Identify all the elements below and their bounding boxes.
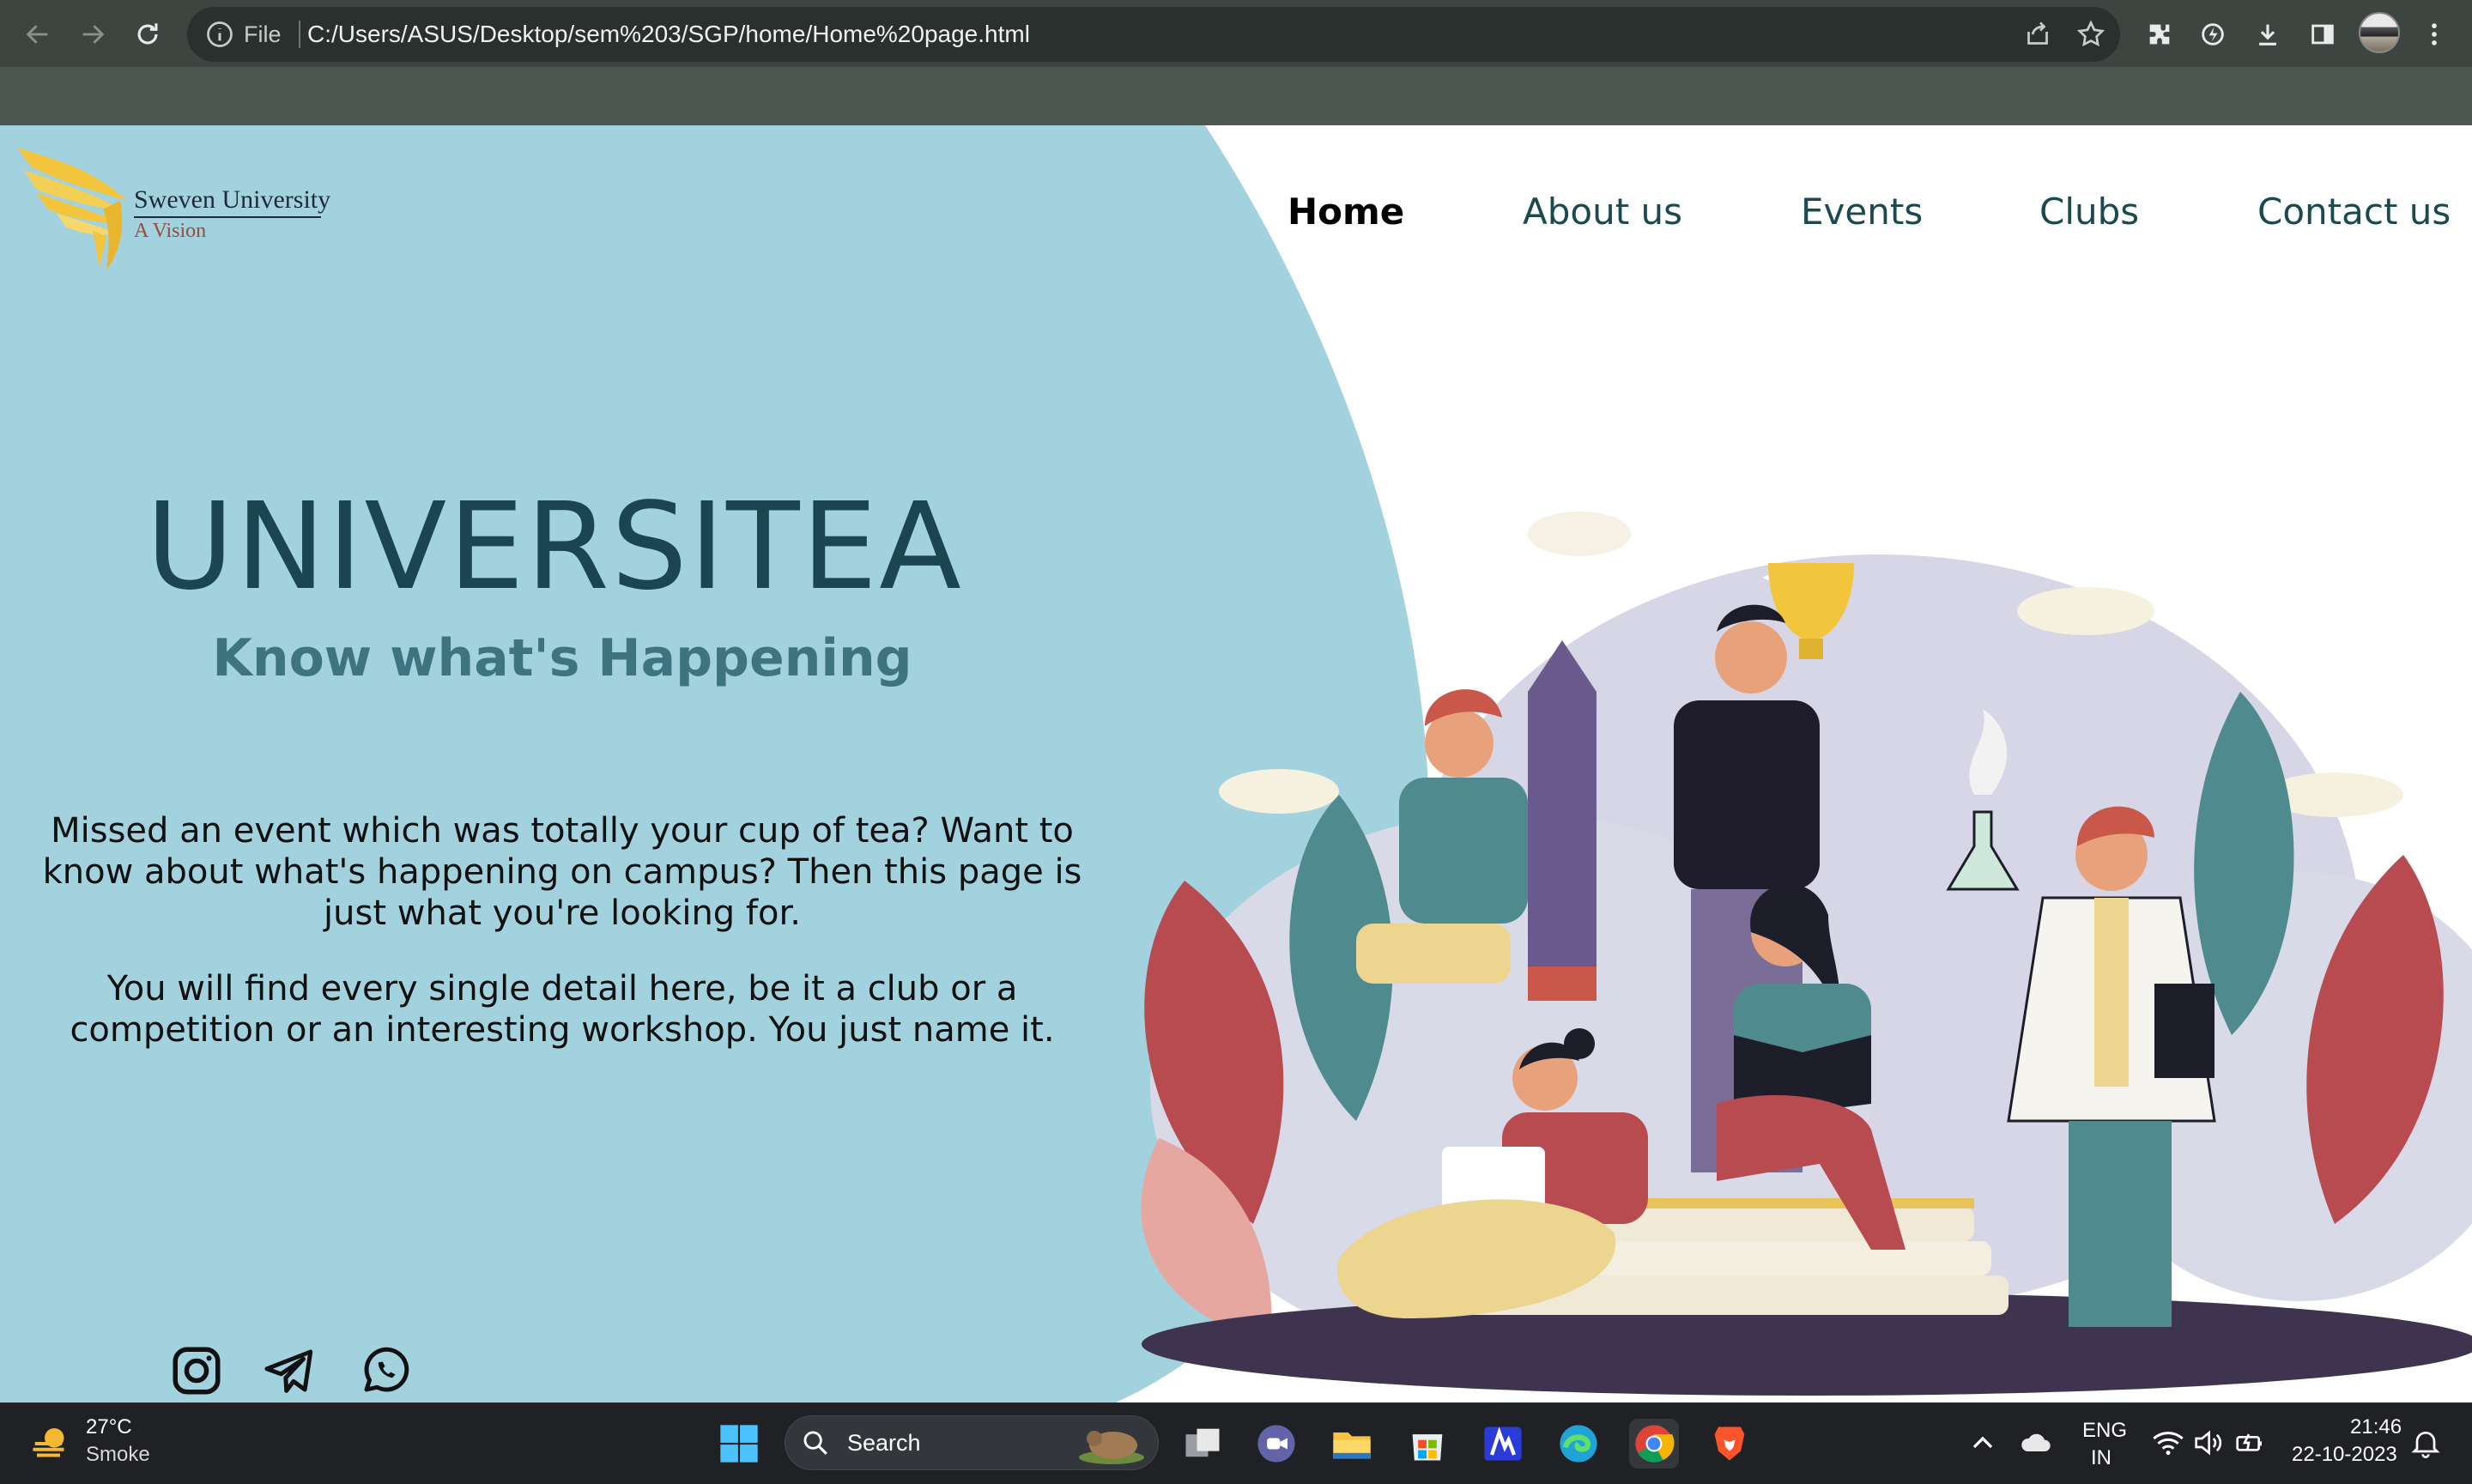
telegram-icon <box>264 1349 313 1393</box>
weather-widget[interactable] <box>29 1420 76 1467</box>
microsoft-store-button[interactable] <box>1403 1419 1452 1469</box>
extensions-button[interactable] <box>2141 15 2178 53</box>
browser-toolbar: File C:/Users/ASUS/Desktop/sem%203/SGP/h… <box>0 0 2472 67</box>
start-button[interactable] <box>714 1419 764 1469</box>
language-indicator-top[interactable]: ENG <box>2082 1419 2127 1443</box>
side-panel-button[interactable] <box>2304 15 2342 53</box>
weather-haze-icon <box>33 1428 64 1457</box>
hero-paragraph-1: Missed an event which was totally your c… <box>42 811 1082 933</box>
share-icon[interactable] <box>2022 19 2053 50</box>
browser-menu-button[interactable] <box>2415 15 2453 53</box>
battery-status[interactable] <box>2232 1426 2266 1460</box>
arrow-right-icon <box>82 25 105 44</box>
wifi-icon <box>2153 1432 2184 1456</box>
battery-charging-icon <box>2236 1433 2262 1451</box>
url-separator <box>299 21 300 48</box>
code-editor-icon <box>1484 1426 1522 1461</box>
search-icon <box>803 1431 827 1455</box>
nav-events[interactable]: Events <box>1801 191 1923 233</box>
instagram-icon <box>173 1347 221 1395</box>
browser-chrome: File C:/Users/ASUS/Desktop/sem%203/SGP/h… <box>0 0 2472 125</box>
whatsapp-icon <box>364 1347 409 1392</box>
store-icon <box>1412 1434 1443 1461</box>
cloud-icon <box>2021 1433 2051 1451</box>
vscode-like-app-button[interactable] <box>1478 1419 1528 1469</box>
edge-icon <box>1560 1425 1597 1463</box>
nav-about-us[interactable]: About us <box>1523 191 1682 233</box>
weather-temperature: 27°C <box>86 1415 132 1439</box>
forward-button[interactable] <box>74 15 112 53</box>
chat-icon <box>1257 1425 1295 1463</box>
chrome-icon <box>1635 1425 1675 1463</box>
web-page: Sweven University A Vision Home About us… <box>0 125 2472 1402</box>
wifi-status[interactable] <box>2151 1426 2185 1460</box>
speaker-icon <box>2195 1430 2222 1456</box>
chrome-browser-button[interactable] <box>1629 1419 1679 1469</box>
url-text[interactable]: C:/Users/ASUS/Desktop/sem%203/SGP/home/H… <box>307 19 1030 50</box>
task-view-button[interactable] <box>1178 1419 1227 1469</box>
url-scheme-label: File <box>244 21 282 47</box>
teams-chat-button[interactable] <box>1251 1419 1301 1469</box>
volume-status[interactable] <box>2190 1426 2225 1460</box>
weather-description: Smoke <box>86 1443 150 1466</box>
clock-time[interactable]: 21:46 <box>2350 1415 2402 1439</box>
search-highlight-image-icon <box>1079 1431 1144 1464</box>
taskbar-search[interactable]: Search <box>785 1415 1159 1470</box>
brave-browser-button[interactable] <box>1705 1419 1754 1469</box>
address-bar[interactable]: File C:/Users/ASUS/Desktop/sem%203/SGP/h… <box>187 7 2120 62</box>
notifications-button[interactable] <box>2408 1426 2443 1460</box>
brave-lion-icon <box>1714 1426 1745 1461</box>
instagram-link[interactable] <box>168 1342 225 1399</box>
main-navigation: Home About us Events Clubs Contact us <box>0 191 2472 242</box>
side-panel-icon <box>2311 24 2334 45</box>
telegram-link[interactable] <box>261 1342 318 1399</box>
profile-avatar[interactable] <box>2359 12 2400 53</box>
hero-paragraph-2: You will find every single detail here, … <box>70 969 1055 1050</box>
puzzle-icon <box>2149 24 2170 45</box>
bell-icon <box>2411 1432 2440 1458</box>
windows-taskbar: 27°C Smoke Search ENG IN 21:46 22-10-202… <box>0 1402 2472 1484</box>
hero-title: UNIVERSITEA <box>146 477 963 617</box>
folder-icon <box>1333 1433 1371 1459</box>
downloads-button[interactable] <box>2249 15 2287 53</box>
onedrive-button[interactable] <box>2019 1426 2053 1460</box>
task-view-icon <box>1185 1428 1220 1457</box>
edge-browser-button[interactable] <box>1554 1419 1603 1469</box>
reload-button[interactable] <box>129 15 167 53</box>
nav-clubs[interactable]: Clubs <box>2039 191 2139 233</box>
info-icon[interactable] <box>204 19 235 50</box>
arrow-left-icon <box>26 25 48 44</box>
performance-button[interactable] <box>2194 15 2232 53</box>
windows-logo-icon <box>720 1425 758 1463</box>
whatsapp-link[interactable] <box>357 1342 414 1399</box>
speed-icon <box>2202 23 2224 45</box>
chevron-up-icon <box>1972 1436 1993 1449</box>
back-button[interactable] <box>19 15 57 53</box>
download-icon <box>2259 24 2276 45</box>
more-vertical-icon <box>2432 23 2437 45</box>
language-indicator-bottom[interactable]: IN <box>2091 1446 2112 1470</box>
file-explorer-button[interactable] <box>1327 1419 1377 1469</box>
search-placeholder: Search <box>847 1430 921 1456</box>
bookmark-star-icon[interactable] <box>2075 19 2106 50</box>
hero-subtitle: Know what's Happening <box>212 628 912 688</box>
nav-contact-us[interactable]: Contact us <box>2257 191 2451 233</box>
clock-date[interactable]: 22-10-2023 <box>2292 1443 2397 1467</box>
show-hidden-icons-button[interactable] <box>1966 1426 2000 1460</box>
students-illustration <box>1141 512 2472 1396</box>
reload-icon <box>137 23 158 45</box>
nav-home[interactable]: Home <box>1288 191 1404 233</box>
